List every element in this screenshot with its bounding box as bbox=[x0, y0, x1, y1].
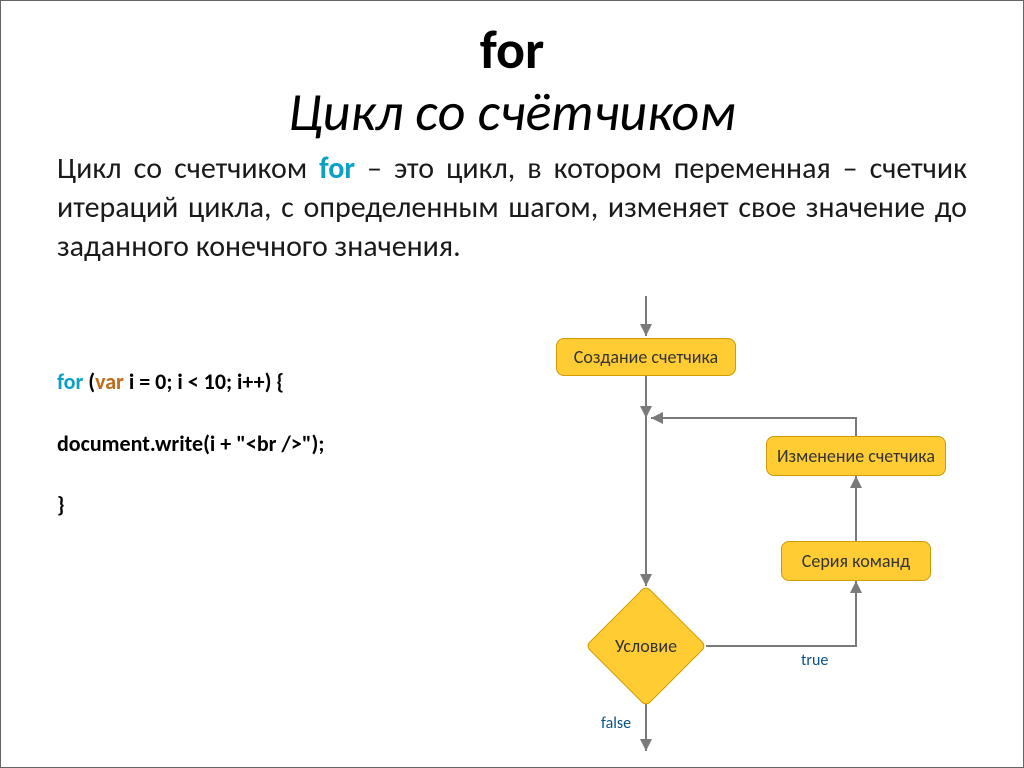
code-line-1: for (var i = 0; i < 10; i++) { bbox=[57, 351, 324, 413]
desc-keyword: for bbox=[319, 150, 355, 187]
code-snippet: for (var i = 0; i < 10; i++) { document.… bbox=[57, 351, 324, 536]
description: Цикл со счетчиком for – это цикл, в кото… bbox=[1, 149, 1023, 266]
condition-label: Условие bbox=[586, 586, 706, 706]
desc-pre: Цикл со счетчиком bbox=[57, 150, 319, 187]
title-block: for Цикл со счётчиком bbox=[1, 1, 1023, 143]
keyword-for: for bbox=[57, 368, 83, 395]
code-line-3: } bbox=[57, 474, 324, 536]
keyword-var: var bbox=[95, 368, 124, 395]
code-rest: i = 0; i < 10; i++) { bbox=[124, 368, 284, 395]
flowchart: Создание счетчика Изменение счетчика Сер… bbox=[501, 296, 1024, 766]
code-open: ( bbox=[83, 368, 95, 395]
title-line1: for bbox=[1, 19, 1023, 81]
node-series: Серия команд bbox=[781, 541, 931, 581]
node-change-counter: Изменение счетчика bbox=[766, 436, 946, 476]
edge-false: false bbox=[601, 714, 631, 733]
node-create-counter: Создание счетчика bbox=[556, 338, 736, 376]
title-line2: Цикл со счётчиком bbox=[1, 81, 1023, 143]
node-condition: Условие bbox=[586, 586, 706, 706]
code-line-2: document.write(i + "<br />"); bbox=[57, 413, 324, 475]
edge-true: true bbox=[801, 651, 828, 670]
